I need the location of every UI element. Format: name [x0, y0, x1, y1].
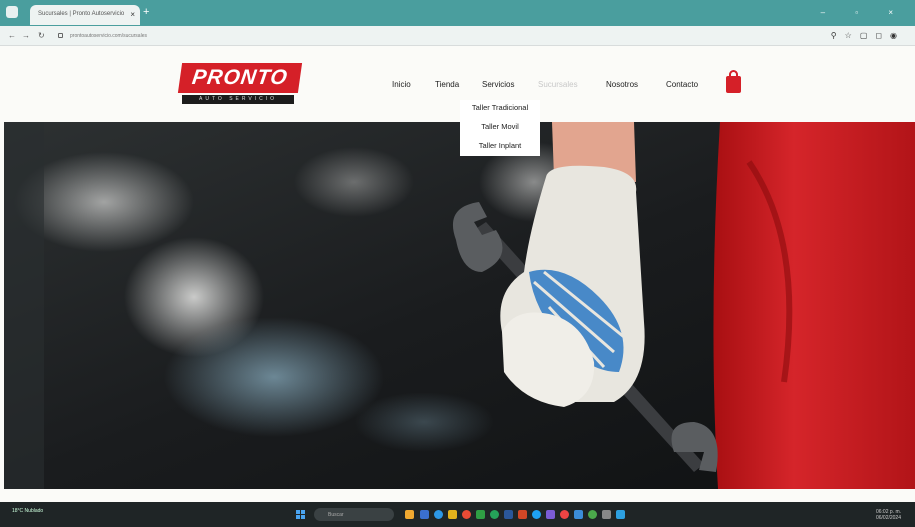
weather-widget[interactable]: 18°C Nublado — [12, 508, 43, 514]
file-explorer-icon[interactable] — [405, 510, 414, 519]
dropdown-taller-movil[interactable]: Taller Movil — [460, 122, 540, 131]
folder-icon[interactable] — [448, 510, 457, 519]
taskbar-search[interactable]: Buscar — [314, 508, 394, 521]
os-taskbar: 18°C Nublado Buscar 06:02 p. m. 06/02/20… — [0, 502, 915, 527]
reload-icon[interactable]: ↻ — [38, 31, 45, 40]
tab-title: Sucursales | Pronto Autoservicio — [38, 11, 125, 17]
dropdown-taller-tradicional[interactable]: Taller Tradicional — [460, 103, 540, 112]
nav-nosotros[interactable]: Nosotros — [606, 80, 638, 89]
browser-tabbar: Sucursales | Pronto Autoservicio × + – ▫… — [0, 0, 915, 26]
logo-tagline: AUTO SERVICIO — [182, 95, 294, 104]
nav-inicio[interactable]: Inicio — [392, 80, 411, 89]
nav-sucursales[interactable]: Sucursales — [538, 80, 578, 89]
whatsapp-icon[interactable] — [490, 510, 499, 519]
dropdown-taller-inplant[interactable]: Taller Inplant — [460, 141, 540, 150]
app-icon[interactable] — [602, 510, 611, 519]
app-icon[interactable] — [532, 510, 541, 519]
window-controls[interactable]: – ▫ × — [821, 8, 907, 17]
nav-servicios[interactable]: Servicios — [482, 80, 514, 89]
app-icon[interactable] — [588, 510, 597, 519]
services-dropdown: Taller Tradicional Taller Movil Taller I… — [460, 100, 540, 156]
cart-icon[interactable] — [726, 70, 741, 93]
nav-tienda[interactable]: Tienda — [435, 80, 459, 89]
tab-close-icon[interactable]: × — [130, 10, 135, 19]
hero-image — [4, 122, 915, 489]
powerpoint-icon[interactable] — [518, 510, 527, 519]
edge-icon[interactable] — [434, 510, 443, 519]
excel-icon[interactable] — [476, 510, 485, 519]
nav-contacto[interactable]: Contacto — [666, 80, 698, 89]
screenshot-frame: Sucursales | Pronto Autoservicio × + – ▫… — [0, 0, 915, 527]
browser-menu-icon[interactable] — [6, 6, 18, 18]
word-icon[interactable] — [504, 510, 513, 519]
site-logo[interactable]: PRONTO AUTO SERVICIO — [177, 63, 303, 108]
app-icon[interactable] — [616, 510, 625, 519]
chrome-icon[interactable] — [462, 510, 471, 519]
app-icon[interactable] — [574, 510, 583, 519]
clock-date: 06/02/2024 — [875, 515, 901, 521]
url-field[interactable]: prontoautoservicio.com/sucursales — [64, 30, 764, 42]
toolbar-icons[interactable]: ⚲☆▢◻◉ — [831, 31, 905, 40]
browser-tab[interactable]: Sucursales | Pronto Autoservicio × — [30, 5, 140, 25]
windows-start-icon[interactable] — [296, 510, 306, 520]
forward-icon[interactable]: → — [22, 31, 30, 40]
site-info-icon[interactable] — [58, 33, 63, 38]
new-tab-button[interactable]: + — [143, 7, 153, 18]
app-icon[interactable] — [560, 510, 569, 519]
app-icon[interactable] — [420, 510, 429, 519]
app-icon[interactable] — [546, 510, 555, 519]
hero-photo — [4, 122, 915, 489]
logo-wordmark: PRONTO — [177, 63, 303, 93]
system-tray-clock[interactable]: 06:02 p. m. 06/02/2024 — [876, 509, 901, 521]
address-bar: ← → ↻ prontoautoservicio.com/sucursales … — [0, 26, 915, 46]
back-icon[interactable]: ← — [8, 31, 16, 40]
